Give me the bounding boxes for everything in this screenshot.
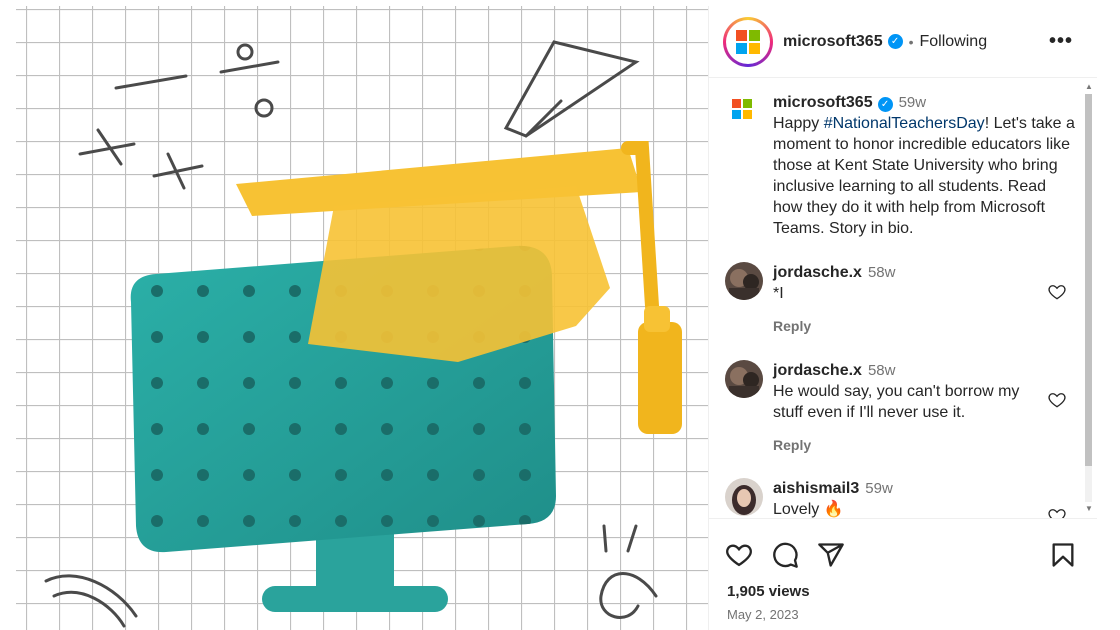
post-caption: microsoft365 ✓ 59w Happy #NationalTeachers… <box>725 92 1075 239</box>
comment-body: aishismail3 59w Lovely 🔥 <box>773 478 1043 518</box>
following-button[interactable]: Following <box>920 33 988 51</box>
more-options-icon[interactable]: ••• <box>1049 30 1073 53</box>
comment-like-heart-icon[interactable] <box>1047 390 1067 410</box>
author-username[interactable]: microsoft365 <box>783 33 883 51</box>
comment-item: jordasche.x 58w *I Reply <box>725 262 1075 337</box>
caption-avatar[interactable] <box>725 92 759 126</box>
comment-text: *I <box>773 285 784 302</box>
comment-like-heart-icon[interactable] <box>1047 282 1067 302</box>
commenter-avatar[interactable] <box>725 478 763 516</box>
commenter-photo <box>725 360 763 398</box>
comment-time[interactable]: 58w <box>868 362 896 379</box>
post-side-panel: microsoft365 ✓ • Following ••• microsoft… <box>708 6 1097 630</box>
separator-dot: • <box>908 33 914 50</box>
verified-badge-icon: ✓ <box>877 97 893 112</box>
caption-username[interactable]: microsoft365 <box>773 94 873 111</box>
comment-username[interactable]: jordasche.x <box>773 362 862 379</box>
caption-text-end: ! Let's take a moment to honor incredibl… <box>773 115 1075 237</box>
avatar-inner <box>726 19 770 64</box>
commenter-avatar[interactable] <box>725 262 763 300</box>
reply-button[interactable]: Reply <box>773 316 811 337</box>
microsoft-logo-icon <box>736 29 760 54</box>
post-date[interactable]: May 2, 2023 <box>727 607 799 622</box>
comment-item: jordasche.x 58w He would say, you can't b… <box>725 360 1075 456</box>
scroll-up-arrow-icon[interactable]: ▲ <box>1085 82 1093 91</box>
comment-item: aishismail3 59w Lovely 🔥 <box>725 478 1075 518</box>
comment-body: jordasche.x 58w He would say, you can't b… <box>773 360 1043 456</box>
post-media-image[interactable] <box>16 6 708 630</box>
comment-like-heart-icon[interactable] <box>1047 506 1067 518</box>
scrollbar-thumb[interactable] <box>1085 94 1092 466</box>
comment-time[interactable]: 58w <box>868 264 896 281</box>
comment-username[interactable]: jordasche.x <box>773 264 862 281</box>
caption-time[interactable]: 59w <box>899 94 927 111</box>
illustration-teacher-day <box>16 6 708 630</box>
scroll-down-arrow-icon[interactable]: ▼ <box>1085 504 1093 513</box>
bookmark-icon[interactable] <box>1049 541 1077 569</box>
comment-time[interactable]: 59w <box>865 480 893 497</box>
microsoft-logo-icon <box>732 99 752 119</box>
post-header: microsoft365 ✓ • Following ••• <box>709 6 1097 78</box>
comment-username[interactable]: aishismail3 <box>773 480 859 497</box>
share-icon[interactable] <box>817 541 845 569</box>
comment-text: He would say, you can't borrow my stuff … <box>773 383 1020 421</box>
commenter-photo <box>725 478 763 516</box>
comment-icon[interactable] <box>771 541 799 569</box>
views-count[interactable]: 1,905 views <box>727 583 810 600</box>
hashtag-link[interactable]: #NationalTeachersDay <box>824 115 985 132</box>
commenter-photo <box>725 262 763 300</box>
commenter-avatar[interactable] <box>725 360 763 398</box>
comments-scrollbar[interactable]: ▲ ▼ <box>1082 80 1093 516</box>
comment-text: Lovely 🔥 <box>773 501 844 518</box>
heart-icon[interactable] <box>725 541 753 569</box>
post-actions-bar: 1,905 views May 2, 2023 <box>709 518 1097 630</box>
comment-body: jordasche.x 58w *I Reply <box>773 262 1043 337</box>
caption-text-start: Happy <box>773 115 824 132</box>
verified-badge-icon: ✓ <box>887 34 903 49</box>
comments-scroll-area[interactable]: microsoft365 ✓ 59w Happy #NationalTeachers… <box>709 78 1097 518</box>
caption-body: microsoft365 ✓ 59w Happy #NationalTeachers… <box>773 92 1075 239</box>
author-avatar[interactable] <box>723 16 773 67</box>
reply-button[interactable]: Reply <box>773 435 811 456</box>
